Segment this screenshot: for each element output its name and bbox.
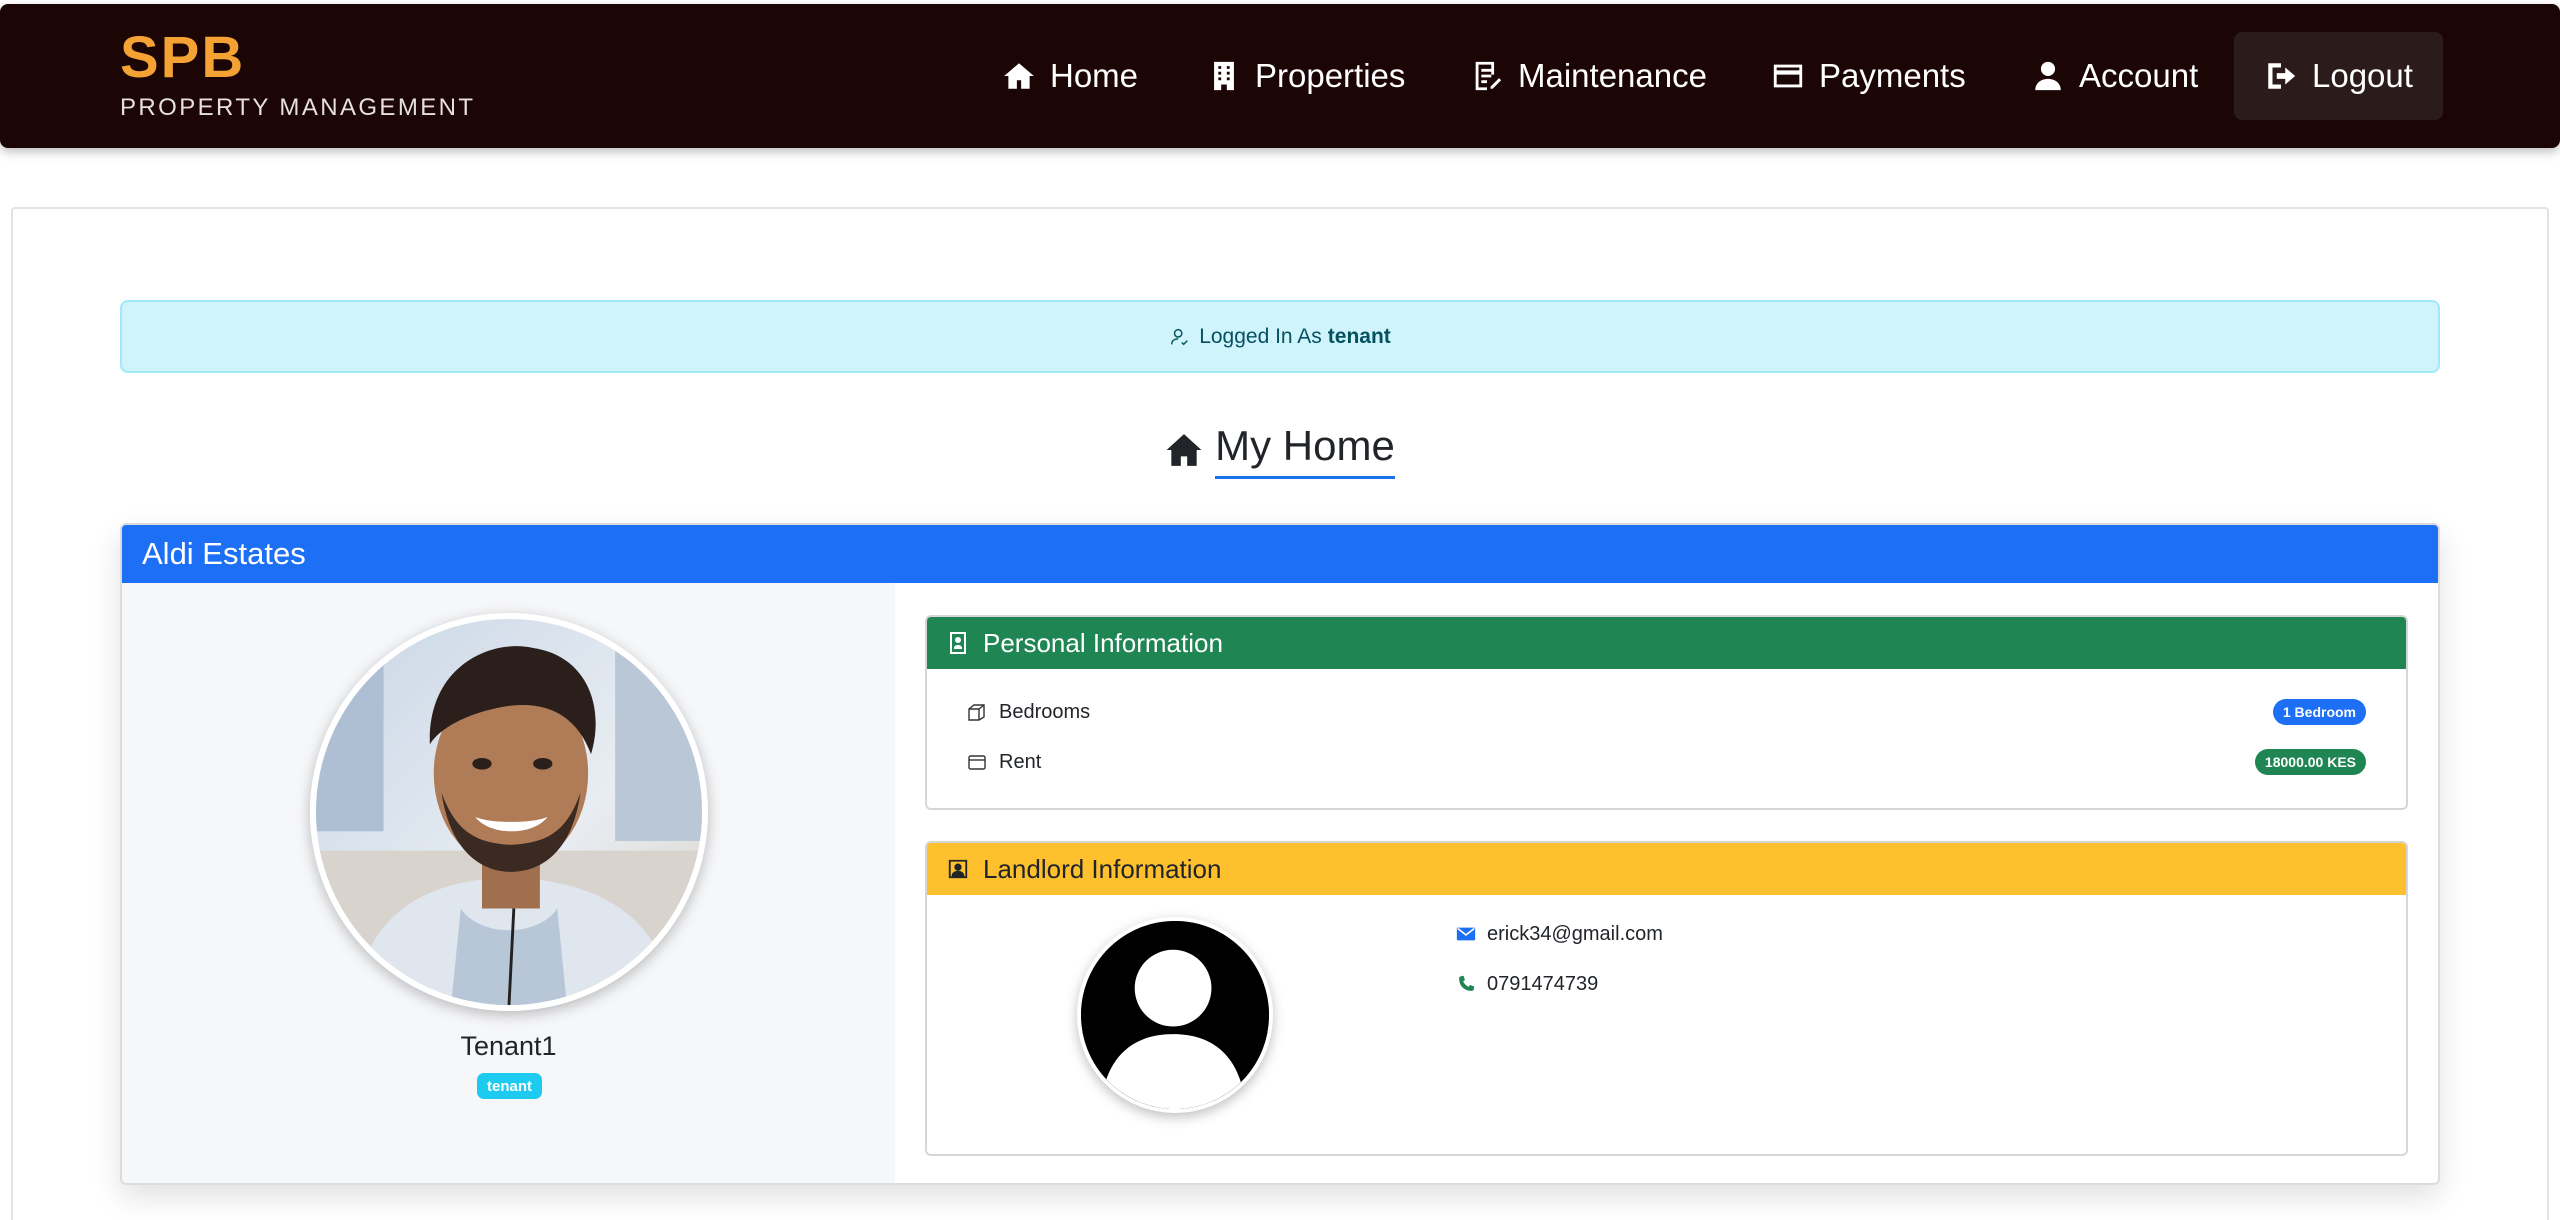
nav-account[interactable]: Account	[2031, 32, 2198, 120]
landlord-email-row[interactable]: erick34@gmail.com	[1455, 919, 1663, 949]
personal-info-title: Personal Information	[983, 627, 1223, 658]
tenant-panel: Tenant1 tenant	[122, 583, 895, 1183]
property-name: Aldi Estates	[122, 525, 2438, 583]
landlord-phone: 0791474739	[1487, 972, 1599, 995]
envelope-icon	[1456, 927, 1476, 941]
nav-account-label: Account	[2079, 57, 2199, 94]
rent-row: Rent 18000.00 KES	[967, 747, 2366, 777]
nav-payments[interactable]: Payments	[1771, 32, 1966, 120]
nav-maintenance[interactable]: Maintenance	[1470, 32, 1707, 120]
nav-home-label: Home	[1050, 57, 1139, 94]
credit-card-icon	[1773, 64, 1803, 88]
bedrooms-badge: 1 Bedroom	[2272, 699, 2366, 725]
login-status-alert: Logged In As tenant	[120, 300, 2440, 373]
brand-subtitle: PROPERTY MANAGEMENT	[120, 94, 476, 121]
tenant-avatar	[310, 613, 708, 1011]
logout-icon	[2268, 63, 2296, 89]
bedrooms-label: Bedrooms	[999, 700, 1091, 723]
personal-info-header: Personal Information	[927, 617, 2406, 669]
clipboard-edit-icon	[1475, 61, 1502, 91]
top-navbar: SPB PROPERTY MANAGEMENT Home Properties …	[0, 4, 2560, 148]
landlord-info-title: Landlord Information	[983, 853, 1222, 884]
rooms-icon	[967, 701, 989, 723]
tenant-name: Tenant1	[460, 1031, 557, 1061]
person-square-icon	[948, 859, 968, 879]
brand-logo[interactable]: SPB PROPERTY MANAGEMENT	[120, 28, 475, 122]
landlord-info-panel: Landlord Information erick34@gmail.com 0…	[925, 841, 2408, 1156]
nav-logout[interactable]: Logout	[2234, 32, 2443, 120]
tenant-photo	[316, 619, 702, 1005]
default-avatar-icon	[1081, 921, 1269, 1109]
page-title-text: My Home	[1215, 422, 1395, 479]
landlord-avatar	[1077, 917, 1273, 1113]
tenant-role-badge: tenant	[477, 1073, 542, 1099]
nav-home[interactable]: Home	[1002, 32, 1138, 120]
phone-icon	[1459, 975, 1475, 991]
rent-label: Rent	[999, 750, 1042, 773]
personal-info-panel: Personal Information Bedrooms 1 Bedroom …	[925, 615, 2408, 810]
brand-title: SPB	[120, 25, 246, 90]
wallet-icon	[967, 751, 989, 773]
home-icon	[1004, 63, 1034, 89]
alert-prefix: Logged In As	[1199, 324, 1322, 348]
nav-maintenance-label: Maintenance	[1518, 57, 1707, 94]
info-panels: Personal Information Bedrooms 1 Bedroom …	[895, 583, 2438, 1183]
user-check-icon	[1171, 328, 1189, 345]
alert-role: tenant	[1327, 324, 1391, 348]
nav-properties-label: Properties	[1255, 57, 1406, 94]
page-title: My Home	[0, 420, 2560, 480]
landlord-info-header: Landlord Information	[927, 843, 2406, 895]
rent-badge: 18000.00 KES	[2254, 749, 2366, 775]
nav-logout-label: Logout	[2312, 57, 2413, 94]
id-badge-icon	[950, 632, 966, 654]
property-card: Aldi Estates Tenant1 tenant Personal Inf…	[120, 523, 2440, 1185]
landlord-phone-row[interactable]: 0791474739	[1455, 969, 1598, 999]
user-icon	[2035, 61, 2061, 91]
bedrooms-row: Bedrooms 1 Bedroom	[967, 697, 2366, 727]
landlord-email: erick34@gmail.com	[1487, 922, 1663, 945]
building-icon	[1214, 61, 1234, 91]
home-icon	[1166, 434, 1202, 466]
nav-payments-label: Payments	[1819, 57, 1966, 94]
nav-properties[interactable]: Properties	[1207, 32, 1405, 120]
